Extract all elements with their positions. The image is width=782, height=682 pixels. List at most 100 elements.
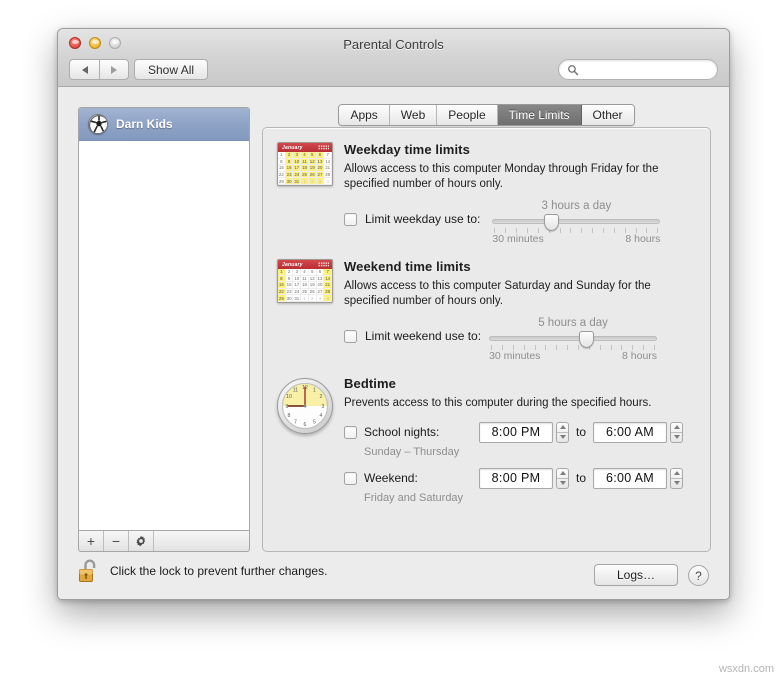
window-body: Darn Kids + − Apps Web People Time Limit…: [58, 87, 729, 599]
calendar-day-cell: 17: [293, 282, 302, 289]
parental-controls-window: Parental Controls Show All Darn Kids + −…: [57, 28, 730, 600]
search-input[interactable]: [583, 62, 703, 77]
stepper-down-icon[interactable]: [671, 433, 682, 442]
help-button[interactable]: ?: [688, 565, 709, 586]
calendar-day-cell: 24: [293, 171, 302, 179]
calendar-day-cell: 3: [316, 178, 325, 185]
weekday-slider-track[interactable]: [492, 219, 661, 224]
stepper-down-icon[interactable]: [557, 479, 568, 488]
calendar-week-row: 29 30 31 1 2 3 4: [278, 178, 332, 185]
calendar-day-cell: 8: [278, 158, 286, 166]
calendar-week-row: 1234567: [278, 269, 332, 276]
calendar-day-cell: 26: [308, 171, 317, 179]
tab-apps[interactable]: Apps: [339, 105, 390, 125]
school-nights-checkbox[interactable]: [344, 425, 357, 439]
calendar-day-cell: 18: [301, 282, 309, 289]
unlocked-padlock-icon[interactable]: [78, 558, 100, 584]
stepper-down-icon[interactable]: [671, 479, 682, 488]
bedtime-description: Prevents access to this computer during …: [344, 397, 652, 409]
bedtime-weekend-end-stepper[interactable]: [670, 467, 684, 489]
forward-button[interactable]: [99, 59, 129, 80]
calendar-day-cell: 3: [316, 295, 325, 302]
calendar-rings-icon: [318, 145, 329, 150]
chevron-right-icon: [111, 65, 117, 74]
weekday-slider-knob[interactable]: [543, 214, 559, 231]
calendar-day-cell: 3: [293, 152, 302, 159]
limit-weekend-label: Limit weekend use to:: [365, 329, 482, 343]
logs-button[interactable]: Logs…: [594, 564, 678, 586]
school-nights-start-time[interactable]: 8:00 PM: [479, 421, 553, 443]
calendar-day-cell: 31: [293, 178, 302, 185]
bedtime-weekend-start-time[interactable]: 8:00 PM: [479, 467, 553, 489]
svg-text:4: 4: [320, 413, 323, 419]
bedtime-weekend-end-time[interactable]: 6:00 AM: [593, 467, 668, 489]
calendar-day-cell: 3: [293, 269, 302, 276]
weekday-title: Weekday time limits: [344, 142, 470, 157]
svg-text:1: 1: [313, 388, 316, 394]
limit-weekend-checkbox[interactable]: [344, 329, 357, 343]
calendar-day-cell: 21: [324, 165, 332, 172]
time-limits-panel: January 1 2 3 4 5 6 7 8 9 10 11 12 13 14 15 16 17 18 19 20 2…: [262, 127, 711, 552]
school-nights-start-stepper[interactable]: [556, 421, 569, 443]
window-titlebar: Parental Controls Show All: [58, 29, 729, 87]
weekend-slider-max-label: 8 hours: [622, 350, 658, 362]
calendar-day-cell: 19: [308, 282, 317, 289]
soccer-ball-icon: [88, 114, 108, 134]
calendar-day-cell: 9: [285, 275, 294, 283]
calendar-day-cell: 10: [293, 158, 302, 166]
calendar-day-cell: 12: [308, 275, 317, 283]
calendar-day-cell: 11: [301, 275, 309, 283]
svg-text:8: 8: [288, 413, 291, 419]
tab-other[interactable]: Other: [581, 105, 634, 125]
calendar-month-label: January: [282, 144, 303, 151]
weekend-slider-knob[interactable]: [579, 331, 594, 348]
slider-tick: [602, 228, 604, 233]
limit-weekday-checkbox[interactable]: [344, 212, 357, 226]
stepper-up-icon[interactable]: [557, 469, 568, 479]
school-nights-end-time[interactable]: 6:00 AM: [593, 421, 668, 443]
school-nights-end-stepper[interactable]: [670, 421, 684, 443]
tab-time-limits[interactable]: Time Limits: [497, 105, 582, 125]
weekend-content: Weekend time limits Allows access to thi…: [344, 259, 696, 362]
tab-people[interactable]: People: [437, 105, 498, 125]
stepper-down-icon[interactable]: [557, 433, 568, 442]
calendar-day-cell: 4: [324, 295, 332, 302]
school-nights-note: Sunday – Thursday: [364, 445, 460, 458]
calendar-week-row: 22 23 24 25 26 27 28: [278, 171, 332, 179]
search-box[interactable]: [558, 59, 718, 80]
stepper-up-icon[interactable]: [671, 469, 683, 479]
stepper-up-icon[interactable]: [671, 423, 683, 433]
calendar-week-row: 8 9 10 11 12 13 14: [278, 275, 332, 283]
weekend-title: Weekend time limits: [344, 259, 471, 274]
tab-web[interactable]: Web: [389, 105, 438, 125]
svg-text:10: 10: [286, 394, 292, 400]
calendar-day-cell: 28: [324, 171, 332, 179]
svg-text:2: 2: [320, 394, 323, 400]
calendar-day-cell: 20: [316, 165, 325, 172]
bedtime-weekend-to-label: to: [576, 471, 587, 485]
weekend-slider-track[interactable]: [489, 336, 658, 341]
calendar-day-cell: 18: [301, 165, 309, 172]
calendar-day-cell: 20: [316, 282, 325, 289]
weekend-slider-min-label: 30 minutes: [489, 350, 541, 362]
calendar-month-label: January: [282, 261, 303, 268]
weekday-slider[interactable]: 3 hours a day 30 minutes 8 hours: [492, 200, 661, 245]
sidebar-item-label: Darn Kids: [116, 117, 173, 131]
show-all-button[interactable]: Show All: [134, 59, 209, 80]
chevron-left-icon: [81, 65, 88, 74]
limit-weekend-checkbox-row[interactable]: Limit weekend use to:: [344, 329, 481, 343]
lock-row[interactable]: Click the lock to prevent further change…: [78, 558, 327, 584]
calendar-day-cell: 23: [285, 288, 294, 296]
weekend-description: Allows access to this computer Saturday …: [344, 280, 651, 307]
weekday-slider-value: 3 hours a day: [541, 200, 612, 212]
back-button[interactable]: [69, 59, 99, 80]
limit-weekday-checkbox-row[interactable]: Limit weekday use to:: [344, 212, 480, 226]
sidebar-item-darn-kids[interactable]: Darn Kids: [79, 108, 249, 141]
weekend-slider[interactable]: 5 hours a day 30 minutes 8 hours: [489, 317, 658, 362]
stepper-up-icon[interactable]: [557, 423, 568, 433]
svg-text:11: 11: [293, 388, 298, 394]
weekday-content: Weekday time limits Allows access to thi…: [344, 142, 696, 245]
bedtime-weekend-checkbox[interactable]: [344, 471, 357, 485]
school-nights-label: School nights:: [364, 425, 440, 439]
bedtime-weekend-start-stepper[interactable]: [556, 467, 569, 489]
